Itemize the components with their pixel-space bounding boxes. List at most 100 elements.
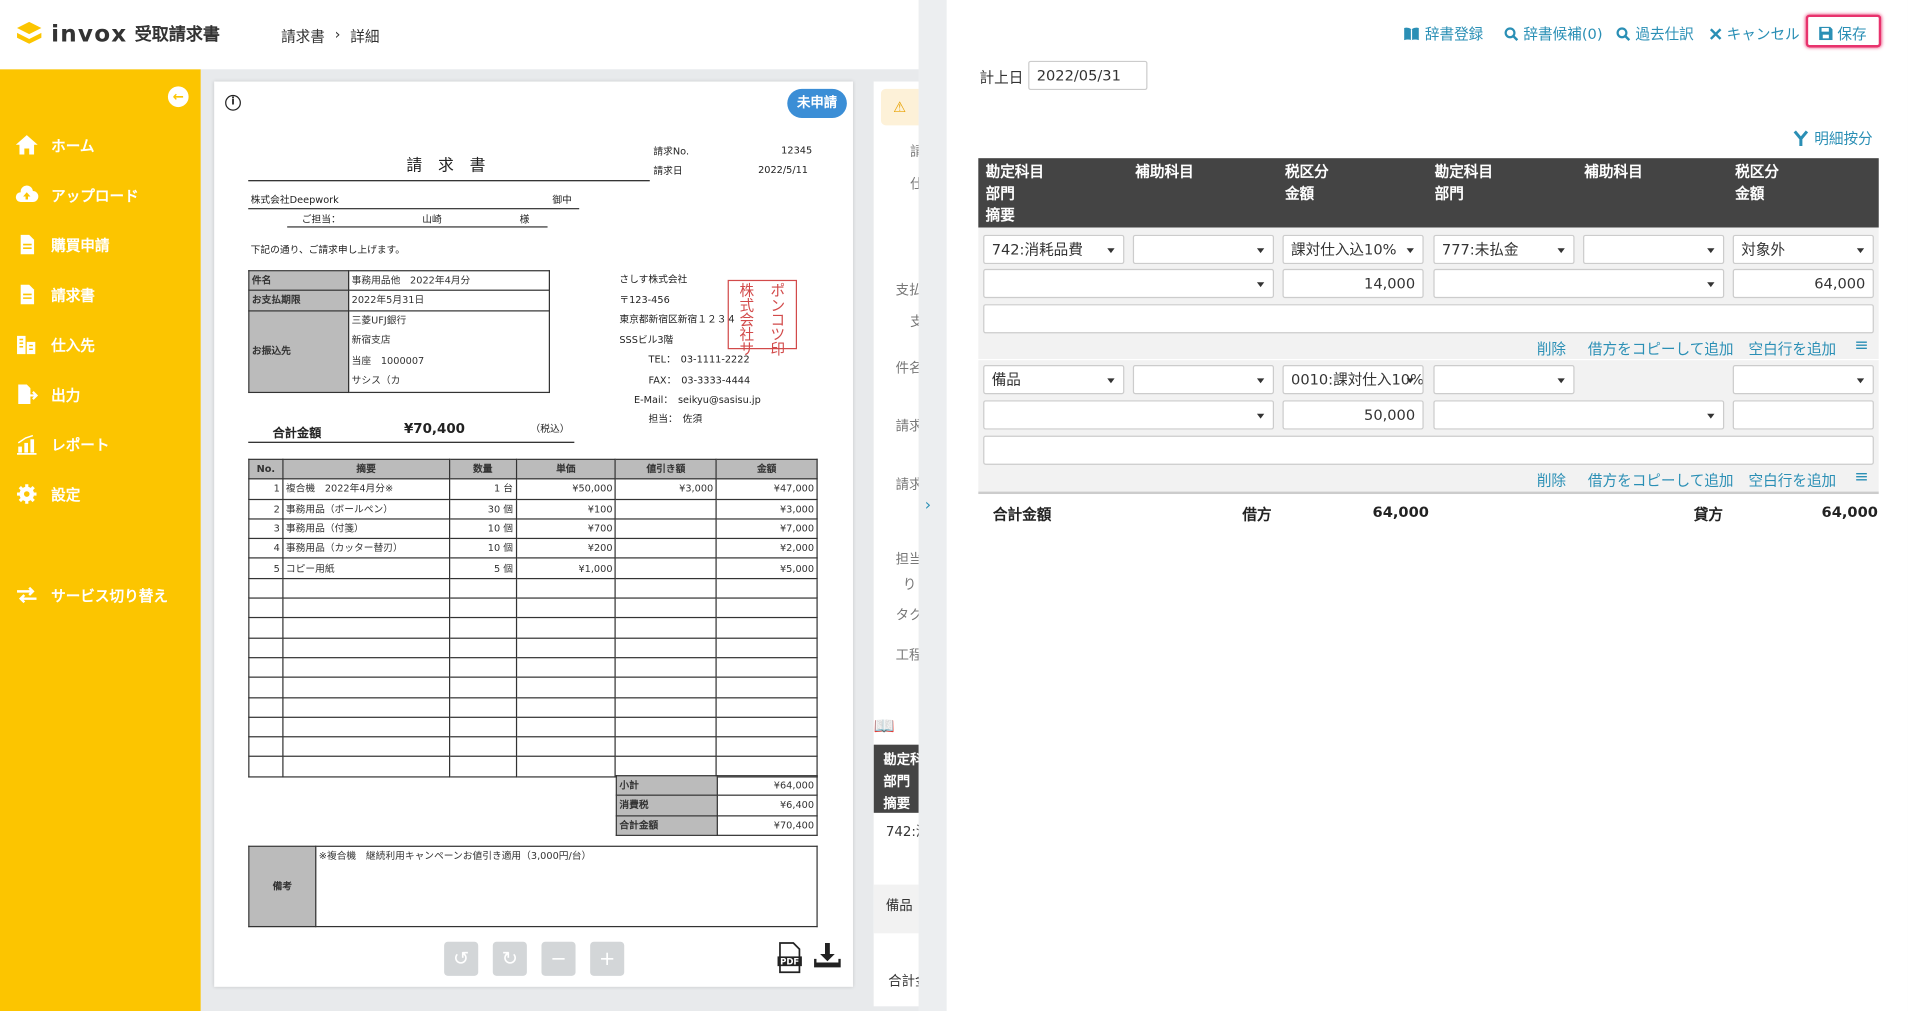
debit-sub-account-select[interactable] [1132,365,1274,395]
debit-department-select[interactable] [983,400,1274,430]
payment-info-table: 件名 事務用品他 2022年4月分 お支払期限 2022年5月31日 お振込先 三菱… [248,270,550,393]
row-menu-icon[interactable]: ≡ [1854,336,1868,355]
copy-debit-button[interactable]: 借方をコピーして追加 [1588,338,1734,359]
delete-row-button[interactable]: 削除 [1537,338,1566,359]
copy-debit-button[interactable]: 借方をコピーして追加 [1588,470,1734,491]
delete-row-button[interactable]: 削除 [1537,470,1566,491]
table-cell [282,696,450,718]
row-menu-icon[interactable]: ≡ [1854,467,1868,486]
export-icon [18,384,39,404]
sidebar-item-label: アップロード [51,186,139,204]
table-cell: ¥2,000 [715,538,818,560]
split-detail-button[interactable]: 明細按分 [1792,128,1873,149]
download-icon[interactable] [814,942,841,969]
building-icon [17,335,36,355]
credit-amount-input[interactable]: 64,000 [1732,268,1874,299]
debit-sub-account-select[interactable] [1132,234,1274,265]
credit-tax-select[interactable]: 対象外 [1732,234,1874,265]
table-cell [248,657,284,679]
table-cell [715,577,818,599]
debit-account-select[interactable]: 備品 [983,365,1125,395]
sidebar-item-home[interactable]: ホーム [0,129,201,161]
table-cell: ¥200 [515,538,617,560]
debit-tax-select[interactable]: 課対仕入込10% [1282,234,1424,265]
invoice-no-label: 請求No. [653,146,690,157]
debit-account-select[interactable]: 742:消耗品費 [983,234,1125,265]
add-blank-row-button[interactable]: 空白行を追加 [1749,338,1837,359]
sidebar-item-invoices[interactable]: 請求書 [0,279,201,311]
sidebar-item-label: サービス切り替え [51,587,168,605]
dictionary-candidates-button[interactable]: 辞書候補(0) [1504,23,1603,44]
memo-input[interactable] [983,304,1874,334]
sidebar-item-export[interactable]: 出力 [0,378,201,410]
table-cell: 1 [248,478,284,500]
debit-amount-input[interactable]: 50,000 [1282,400,1424,430]
memo-input[interactable] [983,435,1874,465]
sidebar-item-settings[interactable]: 設定 [0,478,201,510]
pdf-download-icon[interactable]: PDF [776,942,803,974]
summary-total-value: ¥70,400 [716,814,818,836]
table-cell [614,557,717,579]
table-cell: 4 [248,538,284,560]
due-value: 2022年5月31日 [348,289,550,312]
book-icon: 📖 [873,716,895,737]
debit-department-select[interactable] [983,268,1274,299]
table-cell: 3 [248,518,284,540]
sidebar-item-suppliers[interactable]: 仕入先 [0,329,201,361]
document-icon [20,234,35,255]
past-journal-button[interactable]: 過去仕訳 [1616,23,1694,44]
debit-amount-input[interactable]: 14,000 [1282,268,1424,299]
sidebar-item-label: 購買申請 [51,236,110,254]
cancel-button[interactable]: キャンセル [1709,23,1800,44]
debit-total-label: 借方 [1242,506,1272,524]
zoom-out-button[interactable]: − [541,941,576,976]
table-row: 2 事務用品（ボールペン） 30 個 ¥100 ¥3,000 [248,498,818,520]
table-cell [282,597,450,619]
breadcrumb: 請求書 › 詳細 [281,26,379,47]
credit-amount-input[interactable] [1732,400,1874,430]
logo[interactable]: invox 受取請求書 [15,19,220,48]
table-cell [282,676,450,698]
table-cell [515,716,617,738]
table-cell [248,617,284,639]
table-cell [614,538,717,560]
breadcrumb-root[interactable]: 請求書 [281,26,325,47]
sidebar-item-purchase[interactable]: 購買申請 [0,229,201,261]
credit-tax-select[interactable] [1732,365,1874,395]
table-cell [448,577,517,599]
table-cell [614,637,717,659]
rotate-right-button[interactable]: ↻ [492,941,527,976]
credit-sub-account-select[interactable] [1583,234,1725,265]
debit-tax-select[interactable]: 0010:課対仕入10% [1282,365,1424,395]
credit-department-select[interactable] [1433,268,1725,299]
invoice-title: 請 求 書 [406,156,486,176]
save-button[interactable]: 保存 [1819,23,1867,44]
credit-department-select[interactable] [1433,400,1725,430]
credit-account-select[interactable]: 777:未払金 [1433,234,1575,265]
add-blank-row-button[interactable]: 空白行を追加 [1749,470,1837,491]
contact-name: 山崎 [422,214,442,226]
split-icon [1793,129,1809,146]
table-cell [448,696,517,718]
sidebar-item-upload[interactable]: アップロード [0,179,201,211]
sender-company: さしす株式会社 [619,273,688,285]
table-row [248,577,818,599]
table-cell [515,597,617,619]
credit-account-select[interactable] [1433,365,1575,395]
table-cell [715,756,818,778]
table-cell [614,676,717,698]
bank-line: 当座 1000007 [351,354,425,366]
sender-fax: FAX： 03-3333-4444 [648,374,751,386]
posting-date-input[interactable]: 2022/05/31 [1028,60,1148,91]
info-icon[interactable]: i [225,94,241,111]
dictionary-register-button[interactable]: 辞書登録 [1403,23,1483,44]
grand-total-label: 合計金額 [272,427,322,441]
zoom-in-button[interactable]: + [590,941,625,976]
table-cell: ¥3,000 [715,498,818,520]
collapse-sidebar-icon[interactable]: ← [167,86,189,108]
sidebar-item-switch-service[interactable]: サービス切り替え [0,579,201,611]
sidebar-item-reports[interactable]: レポート [0,428,201,460]
sidebar-item-label: 設定 [51,486,81,504]
rotate-left-button[interactable]: ↺ [444,941,479,976]
expand-panel-icon[interactable]: › [925,496,931,514]
